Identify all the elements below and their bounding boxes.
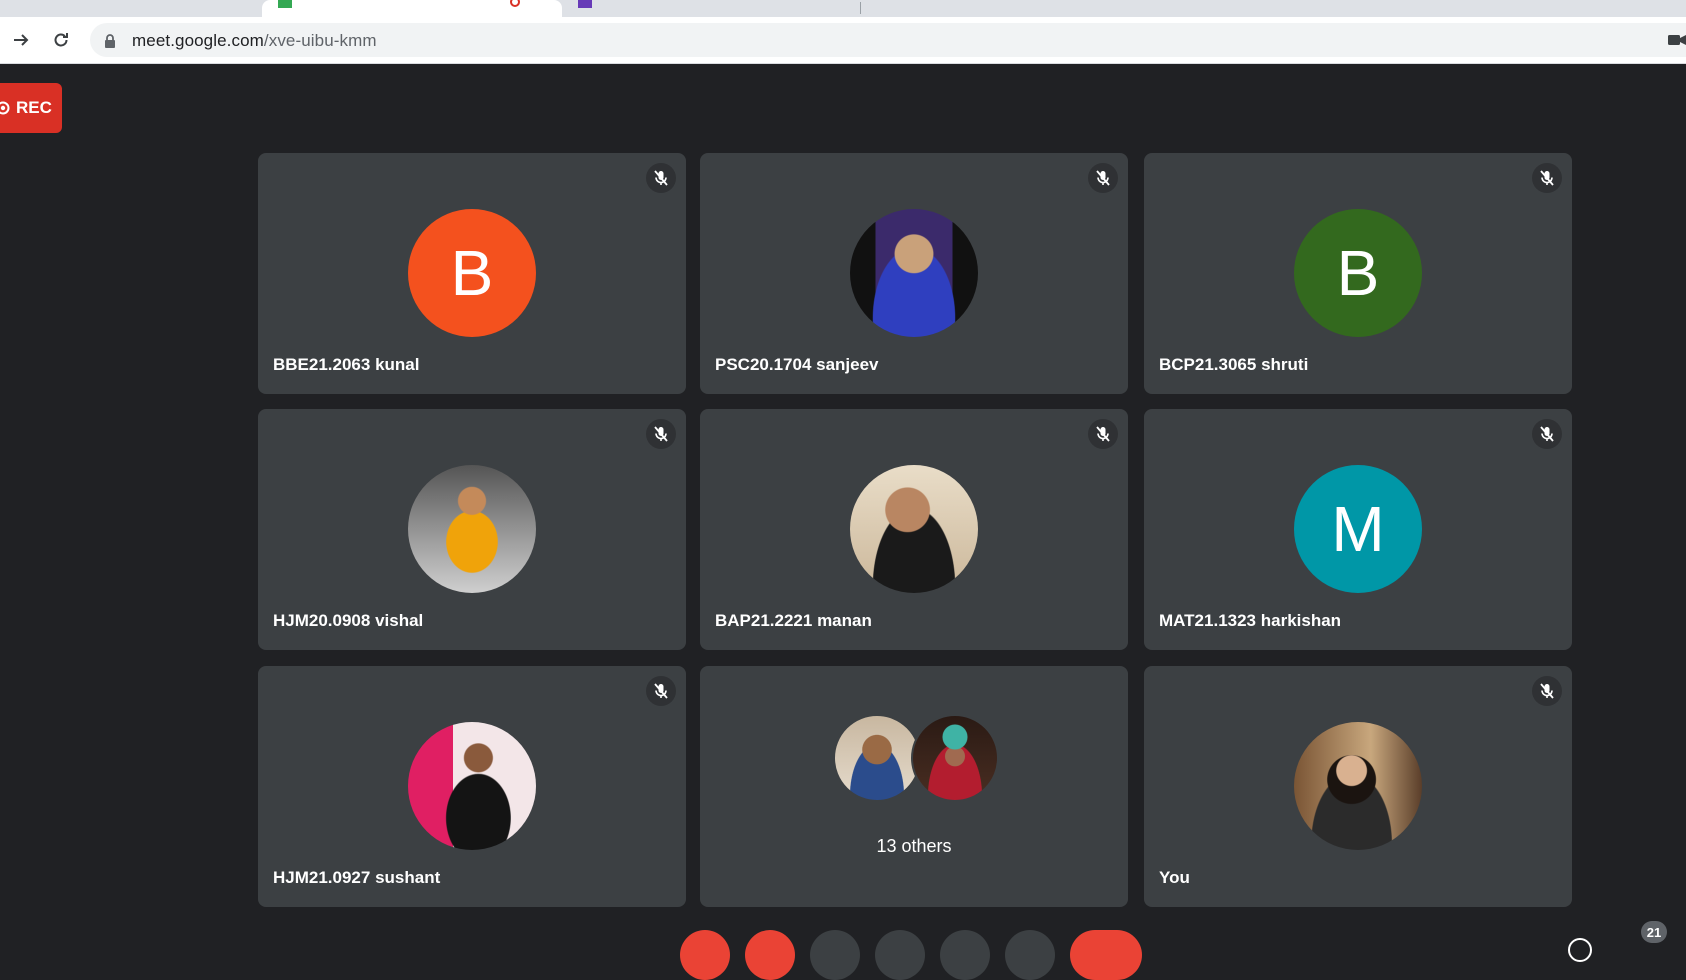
participant-name: HJM21.0927 sushant: [273, 868, 441, 887]
other-participant-avatar: [911, 714, 999, 802]
mic-off-icon: [1088, 419, 1118, 449]
mic-off-icon: [646, 163, 676, 193]
participant-name: BAP21.2221 manan: [715, 611, 872, 630]
reload-button[interactable]: [49, 28, 73, 52]
url-host: meet.google.com: [132, 31, 264, 50]
participant-name: BBE21.2063 kunal: [273, 355, 420, 374]
participant-photo-avatar: [850, 209, 978, 337]
participant-photo-avatar: [408, 722, 536, 850]
recording-tab-icon: [510, 0, 520, 7]
recording-label: REC: [16, 98, 52, 117]
participant-avatar: B: [408, 209, 536, 337]
participant-tile[interactable]: B BCP21.3065 shruti: [1144, 153, 1572, 394]
browser-tab[interactable]: [0, 0, 262, 17]
participant-name: MAT21.1323 harkishan: [1159, 611, 1342, 630]
url-text: meet.google.com/xve-uibu-kmm: [132, 31, 377, 51]
browser-tab-active[interactable]: [262, 0, 562, 17]
tab-favicon-icon: [578, 0, 592, 8]
participant-tile[interactable]: HJM21.0927 sushant: [258, 666, 686, 907]
participant-tile[interactable]: BAP21.2221 manan: [700, 409, 1128, 650]
others-count-label: 13 others: [876, 836, 952, 856]
microphone-toggle-button[interactable]: [680, 930, 730, 980]
participant-name: BCP21.3065 shruti: [1159, 355, 1309, 374]
self-photo-avatar: [1294, 722, 1422, 850]
participant-avatar: M: [1294, 465, 1422, 593]
url-path: /xve-uibu-kmm: [263, 31, 377, 50]
raise-hand-button[interactable]: [875, 930, 925, 980]
participant-avatar: B: [1294, 209, 1422, 337]
meeting-details-icon[interactable]: [1568, 938, 1592, 962]
participant-tile[interactable]: PSC20.1704 sanjeev: [700, 153, 1128, 394]
participant-photo-avatar: [408, 465, 536, 593]
mic-off-icon: [646, 676, 676, 706]
leave-call-button[interactable]: [1070, 930, 1142, 980]
meet-tab-favicon-icon: [278, 0, 292, 8]
lock-icon: [105, 34, 115, 48]
mic-off-icon: [1532, 676, 1562, 706]
participant-count-badge: 21: [1641, 921, 1667, 943]
mic-off-icon: [1532, 163, 1562, 193]
browser-tab[interactable]: [562, 0, 862, 17]
participant-tile[interactable]: HJM20.0908 vishal: [258, 409, 686, 650]
browser-toolbar: meet.google.com/xve-uibu-kmm: [0, 17, 1686, 64]
participant-name: You: [1159, 868, 1190, 887]
tab-separator: [860, 2, 861, 14]
participant-name: PSC20.1704 sanjeev: [715, 355, 879, 374]
browser-tab-strip: [0, 0, 1686, 17]
reload-icon: [54, 33, 68, 47]
participant-photo-avatar: [850, 465, 978, 593]
forward-arrow-icon: [14, 34, 29, 46]
participant-name: HJM20.0908 vishal: [273, 611, 424, 630]
participant-tile[interactable]: B BBE21.2063 kunal: [258, 153, 686, 394]
captions-button[interactable]: [810, 930, 860, 980]
address-bar[interactable]: meet.google.com/xve-uibu-kmm: [90, 23, 1686, 57]
participant-tile[interactable]: M MAT21.1323 harkishan: [1144, 409, 1572, 650]
more-options-button[interactable]: [1005, 930, 1055, 980]
present-button[interactable]: [940, 930, 990, 980]
recording-indicator[interactable]: REC: [0, 83, 62, 133]
camera-toggle-button[interactable]: [745, 930, 795, 980]
record-icon: [0, 101, 10, 115]
other-participant-avatar: [833, 714, 921, 802]
forward-button[interactable]: [9, 28, 33, 52]
self-tile[interactable]: You: [1144, 666, 1572, 907]
mic-off-icon: [646, 419, 676, 449]
mic-off-icon: [1088, 163, 1118, 193]
camera-in-use-icon[interactable]: [1668, 34, 1686, 46]
others-tile[interactable]: 13 others: [700, 666, 1128, 907]
mic-off-icon: [1532, 419, 1562, 449]
